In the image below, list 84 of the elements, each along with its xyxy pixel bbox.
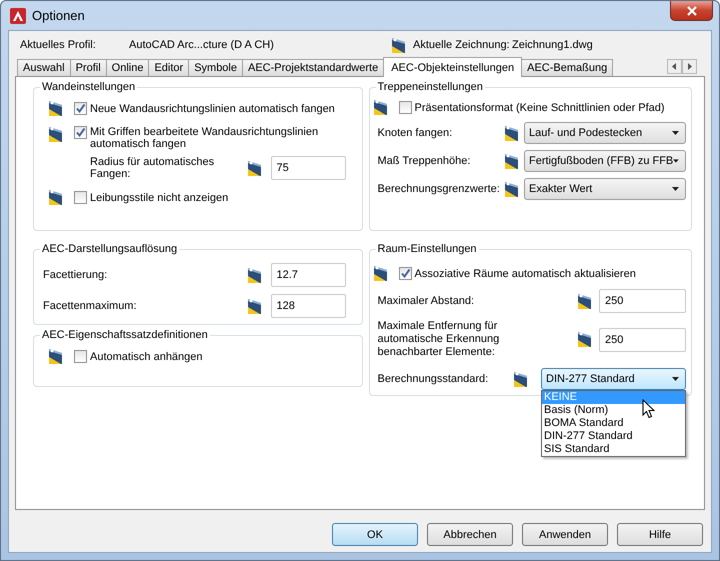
checkbox[interactable] — [74, 350, 87, 363]
tab[interactable]: Auswahl — [17, 59, 71, 76]
drawing-setting-icon — [48, 348, 64, 365]
tab[interactable]: AEC-Bemaßung — [521, 59, 614, 76]
field-label: Berechnungsgrenzwerte: — [378, 183, 501, 195]
dropdown-option[interactable]: BOMA Standard — [542, 417, 685, 430]
field-label: Facettenmaximum: — [43, 300, 138, 312]
field-label: Radius für automatisches Fangen: — [89, 156, 216, 180]
caret-icon — [672, 131, 679, 135]
group-title: Raum-Einstellungen — [376, 243, 478, 255]
window-title: Optionen — [32, 8, 85, 23]
tab[interactable]: Symbole — [188, 59, 243, 76]
checkbox[interactable] — [74, 191, 87, 204]
close-button[interactable] — [670, 1, 713, 21]
dialog-button[interactable]: Anwenden — [522, 523, 608, 546]
drawing-setting-icon — [504, 152, 520, 170]
drawing-setting-icon — [391, 36, 407, 54]
profile-label: Aktuelles Profil: — [20, 39, 97, 51]
tab[interactable]: Profil — [70, 59, 107, 76]
group-title: Wandeinstellungen — [41, 81, 136, 93]
drawing-setting-icon — [246, 298, 262, 314]
drawing-setting-icon — [577, 331, 593, 348]
tab[interactable]: Editor — [148, 59, 190, 76]
field-label: Maximaler Abstand: — [378, 295, 476, 307]
drawing-setting-icon — [48, 126, 64, 143]
caret-icon — [673, 159, 679, 163]
checkbox[interactable] — [398, 101, 412, 114]
input-field[interactable]: 12.7 — [270, 263, 346, 287]
checkbox-label: Automatisch anhängen — [90, 350, 203, 362]
group-title: Treppeneinstellungen — [376, 81, 484, 93]
input-field[interactable]: 75 — [270, 156, 346, 180]
dropdown-option[interactable]: Basis (Norm) — [542, 404, 685, 417]
caret-icon — [672, 377, 679, 381]
checkbox-label: Neue Wandausrichtungslinien automatisch fangen — [90, 102, 335, 114]
field-label: Facettierung: — [43, 269, 108, 281]
checkbox[interactable] — [74, 102, 87, 115]
scroll-right-button[interactable] — [682, 59, 697, 74]
drawing-setting-icon — [577, 292, 593, 310]
drawing-setting-icon — [48, 100, 64, 117]
dropdown[interactable]: Exakter Wert — [524, 178, 686, 200]
checkbox-label: Mit Griffen bearbeitete Wandausrichtungslinien automatisch fangen — [90, 126, 320, 150]
dialog-button[interactable]: Abbrechen — [427, 523, 513, 546]
drawing-label: Aktuelle Zeichnung: — [413, 39, 511, 51]
close-icon — [686, 6, 698, 16]
field-label: Knoten fangen: — [378, 127, 454, 139]
checkbox[interactable] — [398, 267, 412, 280]
drawing-setting-icon — [504, 180, 520, 198]
dialog-button[interactable]: OK — [332, 523, 418, 546]
drawing-setting-icon — [246, 266, 262, 284]
drawing-setting-icon — [48, 189, 64, 206]
drawing-setting-icon — [246, 160, 262, 176]
input-field[interactable]: 250 — [599, 289, 686, 313]
left-arrow-icon — [672, 63, 677, 70]
input-field[interactable]: 250 — [599, 328, 686, 352]
field-label: Berechnungsstandard: — [378, 373, 490, 385]
tab[interactable]: Online — [106, 59, 150, 76]
drawing-value: Zeichnung1.dwg — [512, 39, 593, 51]
dropdown[interactable]: Fertigfußboden (FFB) zu FFB — [524, 150, 686, 172]
drawing-setting-icon — [504, 124, 520, 142]
right-arrow-icon — [687, 63, 692, 70]
group-title: AEC-Eigenschaftssatzdefinitionen — [41, 329, 209, 341]
dropdown[interactable]: DIN-277 Standard — [541, 368, 686, 390]
scroll-left-button[interactable] — [667, 59, 682, 74]
input-field[interactable]: 128 — [270, 294, 346, 318]
checkbox[interactable] — [74, 126, 87, 139]
app-icon — [10, 8, 26, 24]
tab[interactable]: AEC-Projektstandardwerte — [242, 59, 384, 76]
field-label: Maximale Entfernung für automatische Erkennung benachbarter Elemente: — [378, 320, 500, 359]
cursor-icon — [642, 399, 655, 419]
group-title: AEC-Darstellungsauflösung — [41, 243, 178, 255]
dialog-button[interactable]: Hilfe — [617, 523, 703, 546]
tab[interactable]: AEC-Objekteinstellungen — [383, 57, 522, 77]
dropdown-option[interactable]: DIN-277 Standard — [542, 430, 685, 443]
checkbox-label: Leibungsstile nicht anzeigen — [90, 192, 228, 204]
field-label: Maß Treppenhöhe: — [378, 155, 472, 167]
caret-icon — [672, 187, 679, 191]
drawing-setting-icon — [372, 265, 388, 282]
checkbox-label: Präsentationsformat (Keine Schnittlinien oder Pfad) — [414, 102, 665, 114]
drawing-setting-icon — [372, 99, 388, 116]
profile-value: AutoCAD Arc...cture (D A CH) — [129, 39, 275, 51]
drawing-setting-icon — [513, 370, 529, 388]
dropdown-option[interactable]: SIS Standard — [542, 443, 685, 456]
dropdown[interactable]: Lauf- und Podestecken — [524, 122, 686, 144]
checkbox-label: Assoziative Räume automatisch aktualisieren — [414, 268, 636, 280]
